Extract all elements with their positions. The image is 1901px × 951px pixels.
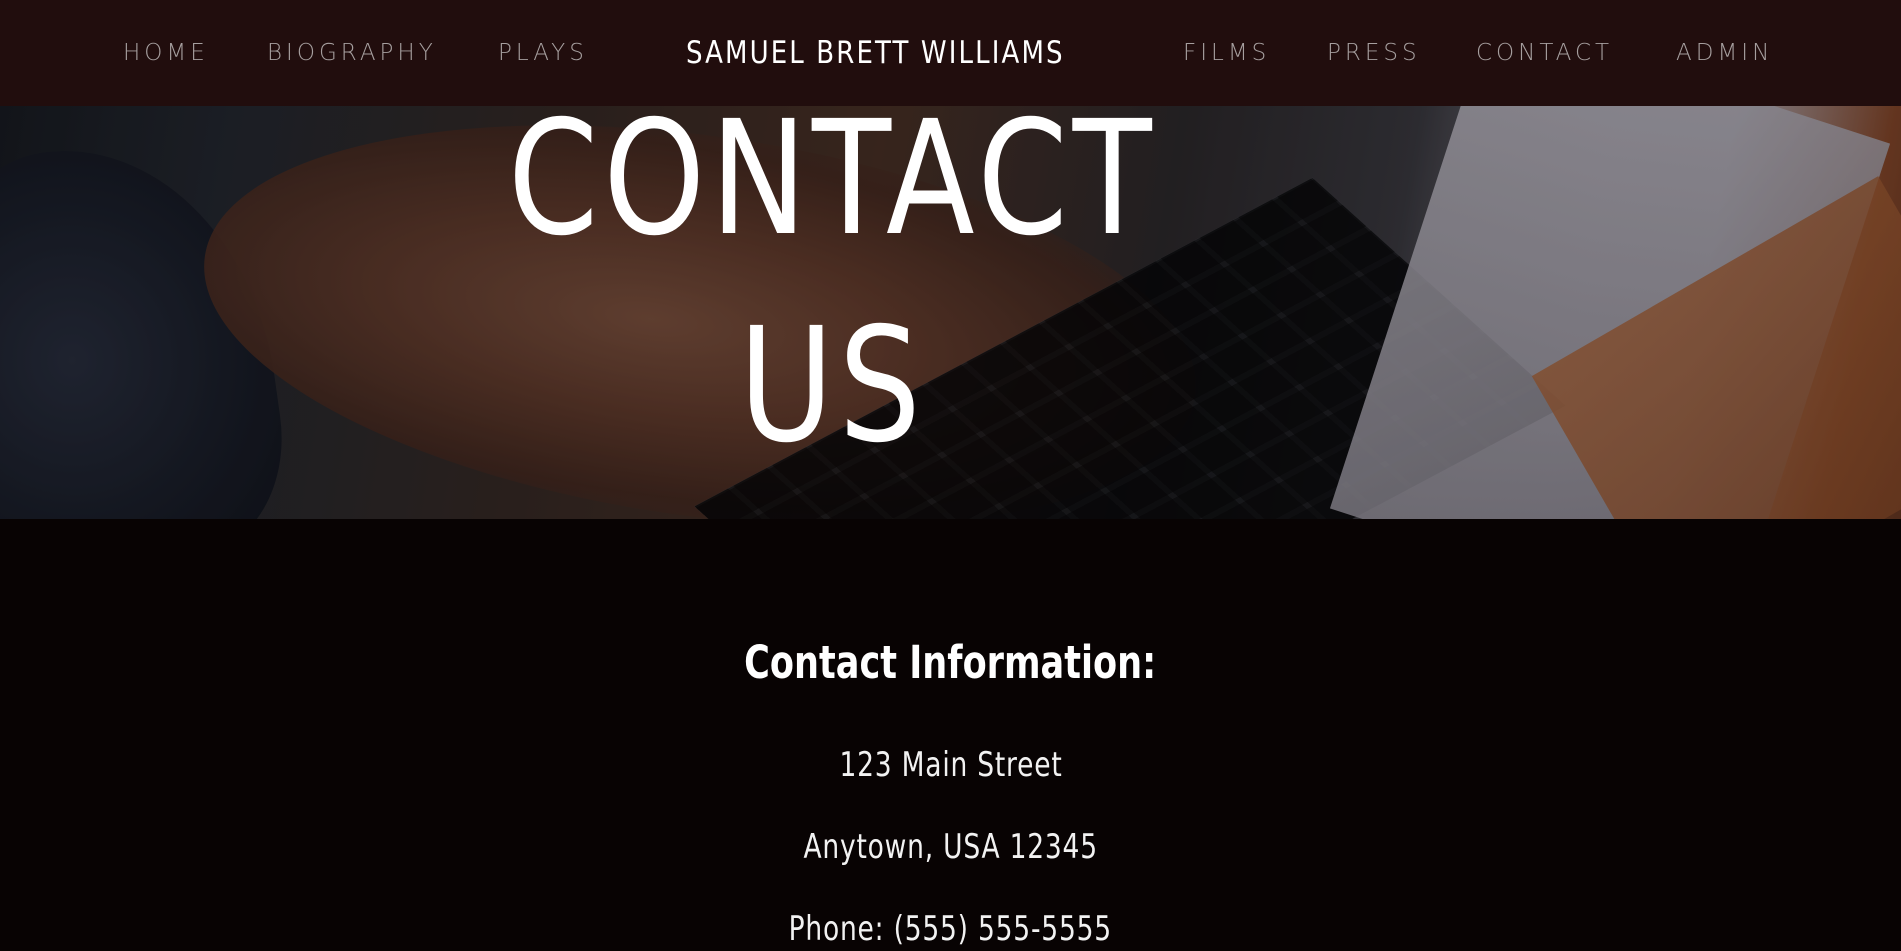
nav-link-home[interactable]: HOME [123,0,209,106]
nav-link-plays[interactable]: PLAYS [498,0,588,106]
contact-section: Contact Information: 123 Main Street Any… [0,519,1901,949]
hero-title-line2: US [738,294,926,478]
address-line-1-text: 123 Main Street [838,745,1063,785]
address-line-2: Anytown, USA 12345 [0,825,1901,869]
phone-line: Phone: (555) 555-5555 [0,907,1901,951]
nav-link-films[interactable]: FILMS [1183,0,1270,106]
contact-heading-text: Contact Information: [744,636,1157,689]
nav-link-admin[interactable]: ADMIN [1676,0,1773,106]
nav-link-biography[interactable]: BIOGRAPHY [267,0,437,106]
nav-link-press[interactable]: PRESS [1327,0,1421,106]
top-navbar: HOME BIOGRAPHY PLAYS SAMUEL BRETT WILLIA… [0,0,1901,106]
address-line-2-text: Anytown, USA 12345 [803,827,1098,867]
nav-link-contact[interactable]: CONTACT [1476,0,1613,106]
phone-line-text: Phone: (555) 555-5555 [788,909,1113,949]
site-brand-logo[interactable]: SAMUEL BRETT WILLIAMS [686,0,1065,106]
address-line-1: 123 Main Street [0,743,1901,787]
contact-heading: Contact Information: [0,633,1901,693]
hero-title: CONTACT US [0,76,1665,490]
hero-title-line1: CONTACT [507,87,1157,271]
